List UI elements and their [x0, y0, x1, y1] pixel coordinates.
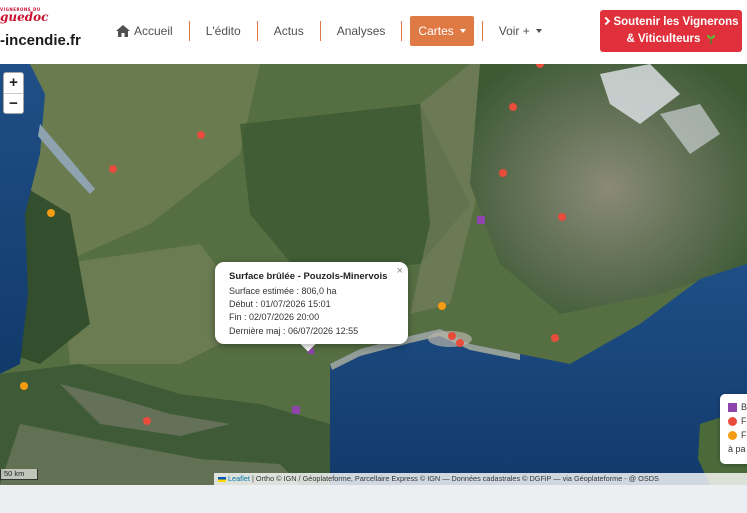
zoom-out-button[interactable]: − [4, 93, 23, 113]
nav-separator [256, 21, 258, 41]
nav-analyses-label: Analyses [336, 24, 386, 38]
map-scale: 50 km [0, 469, 38, 480]
legend-square-icon [728, 402, 737, 412]
popup-close-button[interactable]: × [397, 265, 403, 277]
logo-script: guedoc [0, 10, 49, 24]
legend-label: à pa [728, 444, 746, 454]
popup-title: Surface brûlée - Pouzols-Minervois [229, 271, 388, 282]
nav-edito[interactable]: L'édito [198, 16, 249, 46]
nav-separator [188, 21, 190, 41]
fire-map[interactable]: + − × Surface brûlée - Pouzols-Minervois… [0, 64, 747, 485]
site-header: VIGNERONS DU guedoc -incendie.fr Accueil… [0, 0, 747, 64]
attribution-text: | Ortho © IGN / Géoplateforme, Parcellai… [249, 474, 659, 483]
nav-actus[interactable]: Actus [266, 16, 312, 46]
map-legend: B F F à pa [720, 394, 747, 464]
map-attribution: Leaflet | Ortho © IGN / Géoplateforme, P… [214, 473, 747, 485]
legend-row-old-fire: F [728, 428, 747, 442]
fire-marker[interactable] [456, 339, 464, 347]
burned-area-popup: × Surface brûlée - Pouzols-Minervois Sur… [215, 262, 408, 344]
fire-marker[interactable] [551, 334, 559, 342]
burned-area-marker[interactable] [477, 216, 485, 224]
fire-marker[interactable] [448, 332, 456, 340]
legend-dot-icon [728, 416, 737, 426]
nav-voir-plus-label: Voir + [498, 24, 530, 38]
nav-cartes[interactable]: Cartes [410, 16, 474, 46]
nav-actus-label: Actus [273, 24, 304, 38]
popup-last-update: Dernière maj : 06/07/2026 12:55 [229, 325, 359, 336]
support-line1: Soutenir les Vignerons [613, 16, 739, 28]
fire-marker[interactable] [109, 165, 117, 173]
nav-separator [481, 21, 483, 41]
legend-row-burned: B [728, 400, 747, 414]
old-fire-marker[interactable] [20, 382, 28, 390]
legend-label: B [741, 402, 747, 412]
support-vignerons-button[interactable]: Soutenir les Vignerons & Viticulteurs [600, 10, 742, 52]
nav-analyses[interactable]: Analyses [329, 16, 394, 46]
legend-row-note: à pa [728, 442, 747, 456]
fire-marker[interactable] [499, 169, 507, 177]
popup-surface: Surface estimée : 806,0 ha [229, 286, 337, 296]
popup-start: Début : 01/07/2026 15:01 [229, 299, 331, 310]
fire-marker[interactable] [197, 131, 205, 139]
fire-marker[interactable] [143, 417, 151, 425]
legend-row-fire: F [728, 414, 747, 428]
chevron-right-icon [602, 16, 611, 26]
home-icon [116, 25, 130, 37]
fire-marker[interactable] [558, 213, 566, 221]
zoom-control: + − [3, 72, 24, 114]
caret-down-icon [535, 29, 542, 33]
nav-edito-label: L'édito [205, 24, 241, 38]
nav-voir-plus[interactable]: Voir + [491, 16, 550, 46]
site-logo[interactable]: VIGNERONS DU guedoc [0, 7, 49, 24]
caret-down-icon [459, 29, 466, 33]
legend-label: F [741, 430, 747, 440]
nav-accueil[interactable]: Accueil [108, 16, 181, 46]
nav-separator [319, 21, 321, 41]
legend-label: F [741, 416, 747, 426]
ukraine-flag-icon [218, 476, 226, 482]
nav-separator [401, 21, 403, 41]
nav-cartes-label: Cartes [418, 24, 454, 38]
fire-marker[interactable] [509, 103, 517, 111]
popup-end: Fin : 02/07/2026 20:00 [229, 312, 320, 323]
legend-dot-icon [728, 430, 737, 440]
leaflet-link[interactable]: Leaflet [228, 474, 250, 483]
sprout-icon [706, 34, 715, 44]
logo-kicker: VIGNERONS DU [0, 7, 41, 12]
page-footer-band [0, 485, 747, 513]
old-fire-marker[interactable] [47, 209, 55, 217]
zoom-in-button[interactable]: + [4, 73, 23, 93]
site-domain[interactable]: -incendie.fr [0, 32, 81, 49]
support-line2: & Viticulteurs [626, 33, 701, 45]
nav-accueil-label: Accueil [134, 24, 173, 38]
old-fire-marker[interactable] [438, 302, 446, 310]
burned-area-marker[interactable] [292, 406, 300, 414]
main-nav: Accueil L'édito Actus Analyses Cartes Vo… [108, 16, 550, 46]
